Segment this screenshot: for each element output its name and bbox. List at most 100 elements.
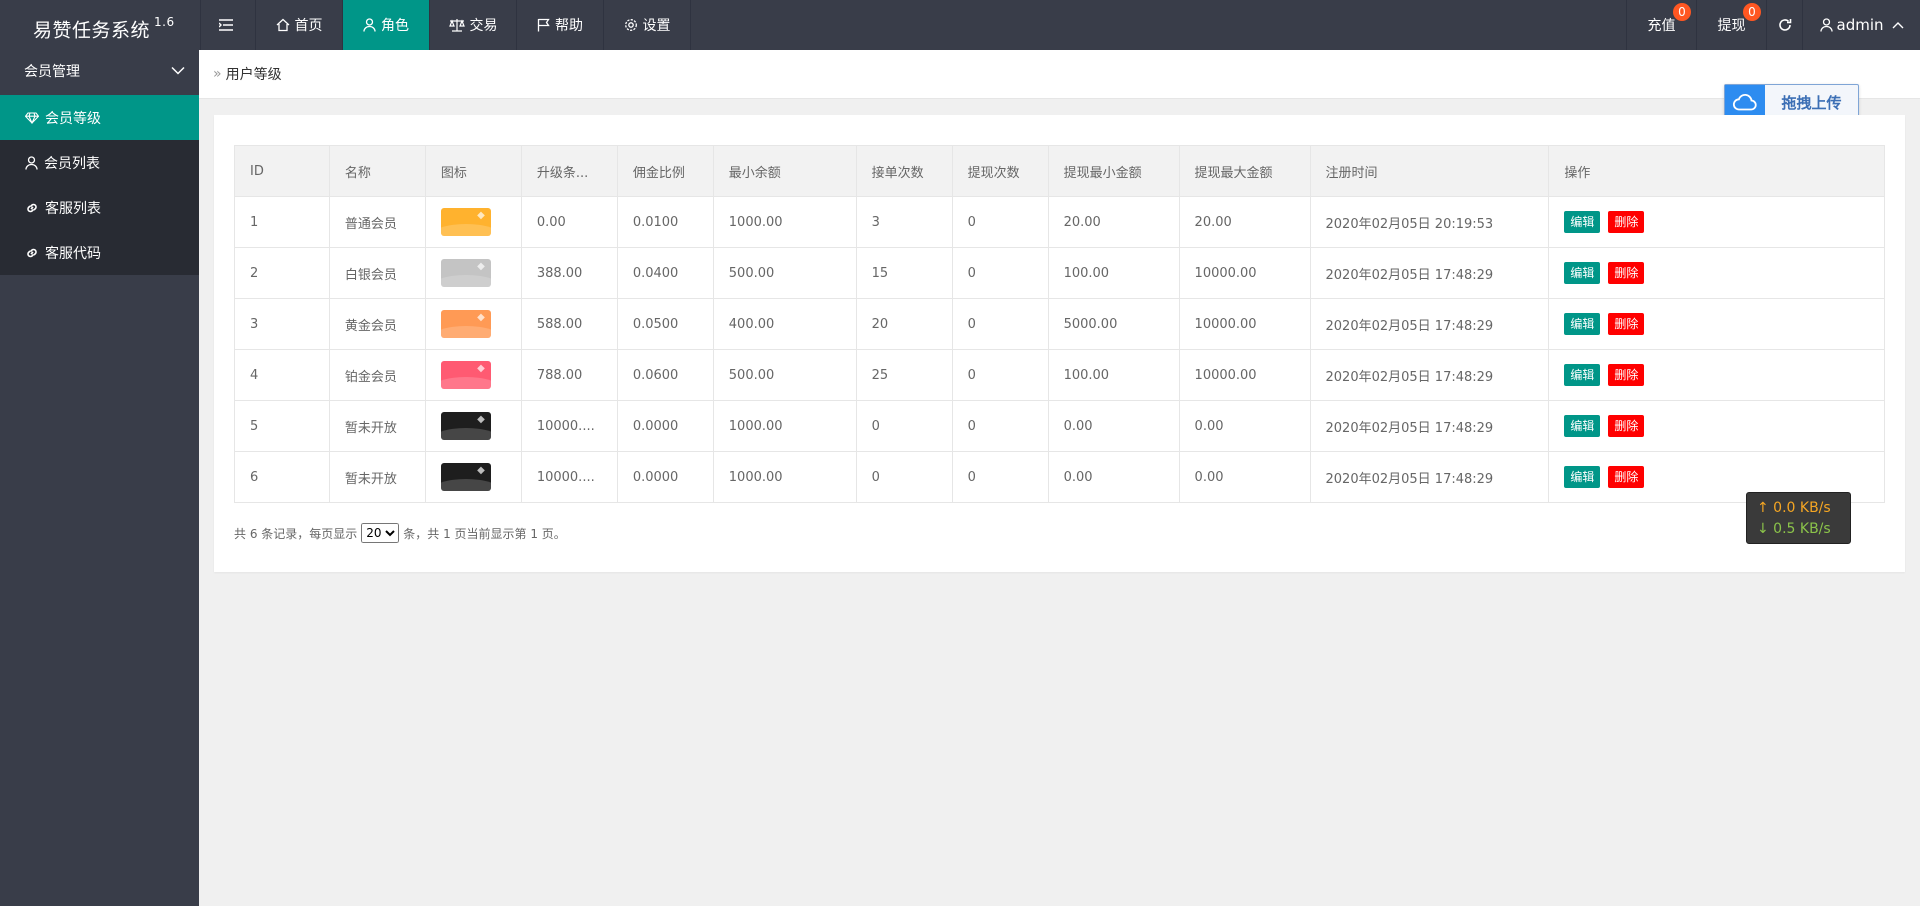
col-header-orders[interactable]: 接单次数 bbox=[855, 145, 953, 197]
withdraw-button[interactable]: 提现 0 bbox=[1696, 0, 1766, 50]
cell-time: 2020年02月05日 20:19:53 bbox=[1309, 196, 1550, 248]
edit-button[interactable]: 编辑 bbox=[1564, 466, 1601, 488]
cell-withdraw-times: 0 bbox=[951, 451, 1049, 503]
sidebar-toggle-button[interactable] bbox=[200, 0, 256, 50]
col-header-time[interactable]: 注册时间 bbox=[1309, 145, 1550, 197]
cell-icon bbox=[424, 451, 522, 503]
sidebar: 会员管理 会员等级 会员列表 客服列表 客服代码 bbox=[0, 50, 199, 906]
cell-name: 黄金会员 bbox=[328, 298, 426, 350]
cell-time: 2020年02月05日 17:48:29 bbox=[1309, 247, 1550, 299]
cell-orders: 0 bbox=[855, 400, 953, 452]
gear-icon bbox=[624, 19, 637, 31]
cell-withdraw-times: 0 bbox=[951, 247, 1049, 299]
col-header-withdraw-max[interactable]: 提现最大金额 bbox=[1178, 145, 1311, 197]
sidebar-item-label: 客服代码 bbox=[45, 245, 101, 262]
top-nav-right: 充值 0 提现 0 admin bbox=[1626, 0, 1920, 50]
sidebar-item-label: 客服列表 bbox=[45, 200, 101, 217]
cell-id: 6 bbox=[234, 451, 330, 503]
flag-icon bbox=[537, 18, 550, 32]
pagination: 共 6 条记录，每页显示 20 条，共 1 页当前显示第 1 页。 bbox=[234, 523, 566, 543]
cell-min-balance: 400.00 bbox=[712, 298, 857, 350]
sidebar-item-member-level[interactable]: 会员等级 bbox=[0, 95, 199, 140]
double-chevron-right-icon: » bbox=[213, 66, 222, 82]
col-header-upgrade[interactable]: 升级条... bbox=[520, 145, 618, 197]
cell-name: 普通会员 bbox=[328, 196, 426, 248]
col-header-icon[interactable]: 图标 bbox=[424, 145, 522, 197]
cell-orders: 15 bbox=[855, 247, 953, 299]
nav-role[interactable]: 角色 bbox=[343, 0, 430, 50]
cell-actions: 编辑 删除 bbox=[1548, 298, 1885, 350]
col-header-rate[interactable]: 佣金比例 bbox=[616, 145, 714, 197]
level-card-icon bbox=[440, 310, 491, 338]
cell-rate: 0.0400 bbox=[616, 247, 714, 299]
cell-upgrade: 10000.... bbox=[520, 451, 618, 503]
user-name: admin bbox=[1836, 16, 1884, 34]
delete-button[interactable]: 删除 bbox=[1608, 313, 1645, 335]
delete-button[interactable]: 删除 bbox=[1608, 211, 1645, 233]
withdraw-badge: 0 bbox=[1743, 3, 1761, 21]
app-title: 易赞任务系统 bbox=[33, 19, 151, 42]
cell-wd-max: 10000.00 bbox=[1178, 247, 1311, 299]
cell-id: 2 bbox=[234, 247, 330, 299]
refresh-button[interactable] bbox=[1766, 0, 1802, 50]
cell-wd-max: 10000.00 bbox=[1178, 298, 1311, 350]
level-card-icon bbox=[440, 361, 491, 389]
cell-id: 5 bbox=[234, 400, 330, 452]
col-header-min-balance[interactable]: 最小余额 bbox=[712, 145, 857, 197]
nav-role-label: 角色 bbox=[381, 18, 409, 34]
cell-upgrade: 10000.... bbox=[520, 400, 618, 452]
cell-icon bbox=[424, 400, 522, 452]
edit-button[interactable]: 编辑 bbox=[1564, 364, 1601, 386]
col-header-name[interactable]: 名称 bbox=[328, 145, 426, 197]
cell-actions: 编辑 删除 bbox=[1548, 349, 1885, 401]
sidebar-group-member-management[interactable]: 会员管理 bbox=[0, 50, 199, 95]
upload-speed: ↑ 0.0 KB/s bbox=[1757, 500, 1831, 516]
delete-button[interactable]: 删除 bbox=[1608, 262, 1645, 284]
user-menu[interactable]: admin bbox=[1802, 0, 1920, 50]
menu-toggle-icon bbox=[218, 19, 233, 31]
cell-rate: 0.0500 bbox=[616, 298, 714, 350]
nav-help-label: 帮助 bbox=[555, 18, 583, 34]
nav-home[interactable]: 首页 bbox=[256, 0, 343, 50]
download-speed: ↓ 0.5 KB/s bbox=[1757, 521, 1831, 537]
delete-button[interactable]: 删除 bbox=[1608, 364, 1645, 386]
cell-min-balance: 1000.00 bbox=[712, 451, 857, 503]
delete-button[interactable]: 删除 bbox=[1608, 466, 1645, 488]
top-header: 易赞任务系统 1.6 首页 角色 交易 帮助 设置 充值 0 提现 0 admi… bbox=[0, 0, 1920, 50]
nav-trade-label: 交易 bbox=[469, 18, 498, 34]
sidebar-item-service-list[interactable]: 客服列表 bbox=[0, 185, 199, 230]
edit-button[interactable]: 编辑 bbox=[1564, 211, 1601, 233]
col-header-withdraw-min[interactable]: 提现最小金额 bbox=[1047, 145, 1180, 197]
cell-time: 2020年02月05日 17:48:29 bbox=[1309, 451, 1550, 503]
col-header-id[interactable]: ID bbox=[234, 145, 330, 197]
nav-settings[interactable]: 设置 bbox=[604, 0, 691, 50]
delete-button[interactable]: 删除 bbox=[1608, 415, 1645, 437]
cell-orders: 3 bbox=[855, 196, 953, 248]
sidebar-item-label: 会员列表 bbox=[44, 155, 100, 172]
nav-trade[interactable]: 交易 bbox=[430, 0, 517, 50]
cell-id: 4 bbox=[234, 349, 330, 401]
col-header-actions[interactable]: 操作 bbox=[1548, 145, 1885, 197]
page-size-select[interactable]: 20 bbox=[361, 523, 400, 543]
cell-upgrade: 788.00 bbox=[520, 349, 618, 401]
cell-time: 2020年02月05日 17:48:29 bbox=[1309, 400, 1550, 452]
sidebar-item-service-code[interactable]: 客服代码 bbox=[0, 230, 199, 275]
cell-wd-min: 5000.00 bbox=[1047, 298, 1180, 350]
cell-name: 暂未开放 bbox=[328, 451, 426, 503]
cell-name: 铂金会员 bbox=[328, 349, 426, 401]
recharge-button[interactable]: 充值 0 bbox=[1626, 0, 1696, 50]
edit-button[interactable]: 编辑 bbox=[1564, 313, 1601, 335]
edit-button[interactable]: 编辑 bbox=[1564, 415, 1601, 437]
chevron-up-icon bbox=[1892, 22, 1903, 29]
edit-button[interactable]: 编辑 bbox=[1564, 262, 1601, 284]
cell-wd-max: 0.00 bbox=[1178, 451, 1311, 503]
chevron-down-icon bbox=[171, 66, 185, 75]
col-header-withdraw-times[interactable]: 提现次数 bbox=[951, 145, 1049, 197]
cell-wd-max: 0.00 bbox=[1178, 400, 1311, 452]
sidebar-item-member-list[interactable]: 会员列表 bbox=[0, 140, 199, 185]
nav-help[interactable]: 帮助 bbox=[517, 0, 604, 50]
recharge-label: 充值 bbox=[1647, 18, 1676, 34]
scale-icon bbox=[448, 19, 465, 32]
cell-wd-min: 20.00 bbox=[1047, 196, 1180, 248]
upload-label: 拖拽上传 bbox=[1781, 93, 1842, 112]
